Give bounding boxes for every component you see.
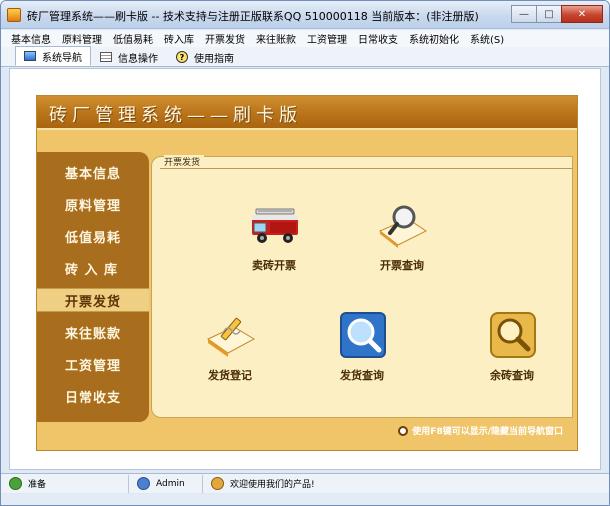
ready-icon <box>9 477 22 490</box>
menu-basic-info[interactable]: 基本信息 <box>11 31 51 46</box>
window-bottom-edge <box>1 494 609 505</box>
app-window: 砖厂管理系统——刷卡版 -- 技术支持与注册正版联系QQ 510000118 当… <box>0 0 610 506</box>
sidebar-item-daily-income[interactable]: 日常收支 <box>37 384 149 408</box>
tab-label: 信息操作 <box>118 53 158 65</box>
tab-bar: 系统导航 信息操作 ? 使用指南 <box>1 46 609 67</box>
window-title: 砖厂管理系统——刷卡版 -- 技术支持与注册正版联系QQ 510000118 当… <box>27 10 479 23</box>
menu-invoice-shipping[interactable]: 开票发货 <box>205 31 245 46</box>
menu-system-init[interactable]: 系统初始化 <box>409 31 459 46</box>
action-area: 开票发货 卖砖开票 开票查询 发货登记 发货查询 余砖查询 <box>151 155 573 418</box>
sidebar-item-accounts[interactable]: 来往账款 <box>37 320 149 344</box>
tab-system-navigation[interactable]: 系统导航 <box>15 46 91 66</box>
maximize-button[interactable]: □ <box>536 5 562 23</box>
blue-magnifier-icon <box>340 312 386 358</box>
menu-accounts[interactable]: 来往账款 <box>256 31 296 46</box>
action-label: 余砖查询 <box>490 369 534 382</box>
banner-title: 砖厂管理系统——刷卡版 <box>49 105 302 126</box>
fire-truck-icon <box>252 208 298 243</box>
menu-consumables[interactable]: 低值易耗 <box>113 31 153 46</box>
menu-payroll[interactable]: 工资管理 <box>307 31 347 46</box>
action-label: 发货登记 <box>208 369 252 382</box>
shipping-query-button[interactable]: 发货查询 <box>302 311 422 391</box>
pencil-document-icon <box>207 317 256 357</box>
status-state-text: 准备 <box>28 480 47 490</box>
sidebar-item-consumables[interactable]: 低值易耗 <box>37 224 149 248</box>
sidebar-item-payroll[interactable]: 工资管理 <box>37 352 149 376</box>
status-welcome: 欢迎使用我们的产品! <box>203 475 607 493</box>
action-label: 发货查询 <box>340 369 384 382</box>
user-icon <box>137 477 150 490</box>
close-button[interactable]: ✕ <box>561 5 603 23</box>
sidebar-item-invoice-shipping[interactable]: 开票发货 <box>37 288 149 312</box>
navigation-panel: 砖厂管理系统——刷卡版 基本信息 原料管理 低值易耗 砖 入 库 开票发货 来往… <box>36 95 578 451</box>
status-state: 准备 <box>1 474 129 493</box>
main-content: 砖厂管理系统——刷卡版 基本信息 原料管理 低值易耗 砖 入 库 开票发货 来往… <box>9 68 601 470</box>
status-user: Admin <box>129 474 203 493</box>
info-icon <box>398 425 409 436</box>
menu-bar: 基本信息 原料管理 低值易耗 砖入库 开票发货 来往账款 工资管理 日常收支 系… <box>1 30 609 47</box>
tab-label: 使用指南 <box>194 53 234 65</box>
section-header: 开票发货 <box>160 155 572 169</box>
app-logo-icon <box>7 8 21 22</box>
magnifier-document-icon <box>379 205 427 248</box>
users-icon <box>211 477 224 490</box>
status-welcome-text: 欢迎使用我们的产品! <box>230 480 315 490</box>
sidebar-item-brick-storage[interactable]: 砖 入 库 <box>37 256 149 280</box>
hint-text: 使用F8键可以显示/隐藏当前导航窗口 <box>412 427 563 437</box>
remaining-brick-query-button[interactable]: 余砖查询 <box>452 311 572 391</box>
menu-system[interactable]: 系统(S) <box>470 31 504 46</box>
sidebar-item-basic-info[interactable]: 基本信息 <box>37 160 149 184</box>
status-user-text: Admin <box>156 478 185 489</box>
help-icon: ? <box>176 51 188 63</box>
minimize-button[interactable]: — <box>511 5 537 23</box>
sell-brick-invoice-button[interactable]: 卖砖开票 <box>214 201 334 281</box>
gold-magnifier-icon <box>490 312 536 358</box>
menu-materials[interactable]: 原料管理 <box>62 31 102 46</box>
sidebar-item-materials[interactable]: 原料管理 <box>37 192 149 216</box>
banner: 砖厂管理系统——刷卡版 <box>37 96 577 130</box>
title-bar[interactable]: 砖厂管理系统——刷卡版 -- 技术支持与注册正版联系QQ 510000118 当… <box>1 1 609 29</box>
menu-brick-storage[interactable]: 砖入库 <box>164 31 194 46</box>
shipping-registration-button[interactable]: 发货登记 <box>170 311 290 391</box>
status-bar: 准备 Admin 欢迎使用我们的产品! <box>1 473 609 493</box>
menu-daily-income[interactable]: 日常收支 <box>358 31 398 46</box>
invoice-query-button[interactable]: 开票查询 <box>342 201 462 281</box>
window-controls: — □ ✕ <box>511 5 603 23</box>
f8-hint: 使用F8键可以显示/隐藏当前导航窗口 <box>398 424 563 437</box>
tab-info-operations[interactable]: 信息操作 <box>91 48 167 66</box>
tab-label: 系统导航 <box>42 52 82 64</box>
action-label: 卖砖开票 <box>252 259 296 272</box>
action-label: 开票查询 <box>380 259 424 272</box>
grid-icon <box>100 52 112 62</box>
tab-user-guide[interactable]: ? 使用指南 <box>167 48 243 66</box>
sidebar: 基本信息 原料管理 低值易耗 砖 入 库 开票发货 来往账款 工资管理 日常收支 <box>37 152 149 422</box>
monitor-icon <box>24 51 36 61</box>
section-title: 开票发货 <box>164 155 205 168</box>
